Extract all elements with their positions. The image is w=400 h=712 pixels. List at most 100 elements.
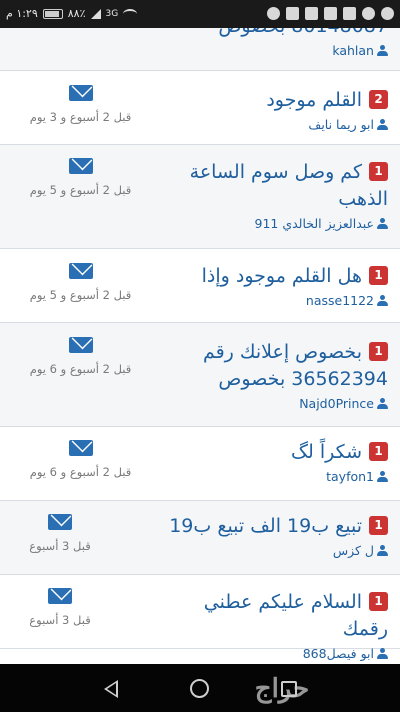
message-author[interactable]: Najd0Prince — [163, 396, 388, 412]
author-name: ل كزس — [332, 543, 374, 558]
user-icon — [377, 218, 388, 229]
message-main: 1السلام عليكم عطني رقمك ابو فيصل868 — [163, 589, 388, 662]
message-author[interactable]: عبدالعزيز الخالدي 911 — [163, 216, 388, 232]
author-name: nasse1122 — [305, 293, 374, 308]
message-main: 80148087 بخصوص kahlan — [163, 28, 388, 59]
message-time: قبل 3 أسبوع — [29, 613, 91, 627]
author-name: kahlan — [332, 43, 374, 58]
message-time: قبل 2 أسبوع و 5 يوم — [29, 183, 132, 197]
unread-badge: 1 — [369, 442, 388, 461]
user-icon — [377, 45, 388, 56]
message-time: قبل 3 أسبوع — [29, 539, 91, 553]
message-title: هل القلم موجود وإذا — [201, 265, 362, 287]
message-meta: قبل 3 أسبوع — [0, 514, 120, 554]
watermark-logo: حراج — [254, 674, 310, 704]
envelope-icon[interactable] — [68, 85, 93, 101]
message-time: قبل 2 أسبوع و 5 يوم — [29, 288, 132, 302]
chrome-icon — [362, 7, 375, 20]
message-main: 1 هل القلم موجود وإذا nasse1122 — [163, 263, 388, 309]
battery-icon — [42, 8, 63, 19]
message-time: قبل 2 أسبوع و 3 يوم — [29, 110, 132, 124]
message-author[interactable]: ابو فيصل868 — [163, 646, 388, 662]
message-time: قبل 2 أسبوع و 6 يوم — [29, 465, 132, 479]
message-title-line[interactable]: 2 القلم موجود — [163, 87, 388, 114]
author-name: Najd0Prince — [299, 396, 374, 411]
message-title-line[interactable]: 80148087 بخصوص — [163, 28, 388, 40]
message-meta: قبل 2 أسبوع و 6 يوم — [8, 440, 153, 480]
user-icon — [377, 295, 388, 306]
message-row[interactable]: 1بخصوص إعلانك رقم 36562394 بخصوص Najd0Pr… — [0, 323, 400, 427]
user-icon — [377, 471, 388, 482]
unread-badge: 1 — [369, 162, 388, 181]
message-title-line[interactable]: 1السلام عليكم عطني رقمك — [163, 589, 388, 643]
unread-badge: 1 — [369, 592, 388, 611]
message-row[interactable]: 1 هل القلم موجود وإذا nasse1122 قبل 2 أسب… — [0, 249, 400, 323]
message-meta: قبل 2 أسبوع و 5 يوم — [8, 263, 153, 303]
wifi-icon — [123, 8, 138, 19]
message-row[interactable]: 2 القلم موجود ابو ريما نايف قبل 2 أسبوع و… — [0, 71, 400, 145]
navigation-bar — [0, 664, 400, 712]
message-main: 1 شكراً لگ tayfon1 — [163, 439, 388, 485]
message-title-line[interactable]: 1 هل القلم موجود وإذا — [163, 263, 388, 290]
envelope-icon[interactable] — [48, 514, 72, 530]
status-left: ١:٢٩ م ٨٨٪ 3G — [6, 7, 138, 20]
unread-badge: 1 — [369, 516, 388, 535]
message-meta: قبل 3 أسبوع — [0, 588, 120, 628]
back-icon[interactable] — [104, 680, 118, 698]
message-title-line[interactable]: 1 تبيع ب19 الف تبيع ب19 — [163, 513, 388, 540]
message-main: 1كم وصل سوم الساعة الذهب عبدالعزيز الخال… — [163, 159, 388, 232]
message-row[interactable]: 1كم وصل سوم الساعة الذهب عبدالعزيز الخال… — [0, 145, 400, 249]
message-title: 80148087 بخصوص — [218, 28, 388, 37]
message-title: السلام عليكم عطني رقمك — [203, 591, 388, 640]
message-row[interactable]: 80148087 بخصوص kahlan — [0, 28, 400, 71]
message-title: كم وصل سوم الساعة الذهب — [189, 161, 388, 210]
home-icon[interactable] — [190, 679, 209, 698]
message-title: القلم موجود — [266, 89, 362, 111]
envelope-icon[interactable] — [68, 263, 93, 279]
message-time: قبل 2 أسبوع و 6 يوم — [29, 362, 132, 376]
message-main: 2 القلم موجود ابو ريما نايف — [163, 87, 388, 133]
message-author[interactable]: ابو ريما نايف — [163, 117, 388, 133]
message-title: تبيع ب19 الف تبيع ب19 — [169, 515, 362, 537]
notification-icon — [343, 7, 356, 20]
envelope-icon[interactable] — [68, 337, 93, 353]
author-name: ابو فيصل868 — [302, 646, 374, 661]
status-right — [267, 7, 394, 20]
user-icon — [377, 119, 388, 130]
author-name: ابو ريما نايف — [308, 117, 374, 132]
network-type: 3G — [105, 8, 119, 19]
message-row[interactable]: 1 تبيع ب19 الف تبيع ب19 ل كزس قبل 3 أسبوع — [0, 501, 400, 575]
envelope-icon[interactable] — [68, 158, 93, 174]
unread-badge: 2 — [369, 90, 388, 109]
message-meta: قبل 2 أسبوع و 6 يوم — [8, 337, 153, 377]
message-title: شكراً لگ — [290, 441, 362, 463]
message-row[interactable]: 1 شكراً لگ tayfon1 قبل 2 أسبوع و 6 يوم — [0, 427, 400, 501]
message-list[interactable]: 80148087 بخصوص kahlan 2 القلم موجود ابو ر… — [0, 28, 400, 664]
unread-badge: 1 — [369, 266, 388, 285]
clock: ١:٢٩ م — [6, 7, 38, 20]
author-name: tayfon1 — [326, 469, 374, 484]
user-icon — [377, 648, 388, 659]
message-author[interactable]: nasse1122 — [163, 293, 388, 309]
chrome-icon — [381, 7, 394, 20]
author-name: عبدالعزيز الخالدي 911 — [254, 216, 375, 231]
notification-icon — [305, 7, 318, 20]
notification-icon — [324, 7, 337, 20]
battery-percent: ٨٨٪ — [67, 7, 86, 20]
message-author[interactable]: ل كزس — [163, 543, 388, 559]
message-title: بخصوص إعلانك رقم 36562394 بخصوص — [202, 341, 388, 390]
message-author[interactable]: kahlan — [163, 43, 388, 59]
message-meta: قبل 2 أسبوع و 3 يوم — [8, 85, 153, 125]
message-main: 1بخصوص إعلانك رقم 36562394 بخصوص Najd0Pr… — [163, 339, 388, 412]
envelope-icon[interactable] — [68, 440, 93, 456]
message-main: 1 تبيع ب19 الف تبيع ب19 ل كزس — [163, 513, 388, 559]
notification-icon — [286, 7, 299, 20]
message-row[interactable]: 1السلام عليكم عطني رقمك ابو فيصل868 قبل … — [0, 575, 400, 661]
message-title-line[interactable]: 1كم وصل سوم الساعة الذهب — [163, 159, 388, 213]
message-title-line[interactable]: 1 شكراً لگ — [163, 439, 388, 466]
notification-icon — [267, 7, 280, 20]
message-title-line[interactable]: 1بخصوص إعلانك رقم 36562394 بخصوص — [163, 339, 388, 393]
message-author[interactable]: tayfon1 — [163, 469, 388, 485]
envelope-icon[interactable] — [48, 588, 72, 604]
user-icon — [377, 545, 388, 556]
